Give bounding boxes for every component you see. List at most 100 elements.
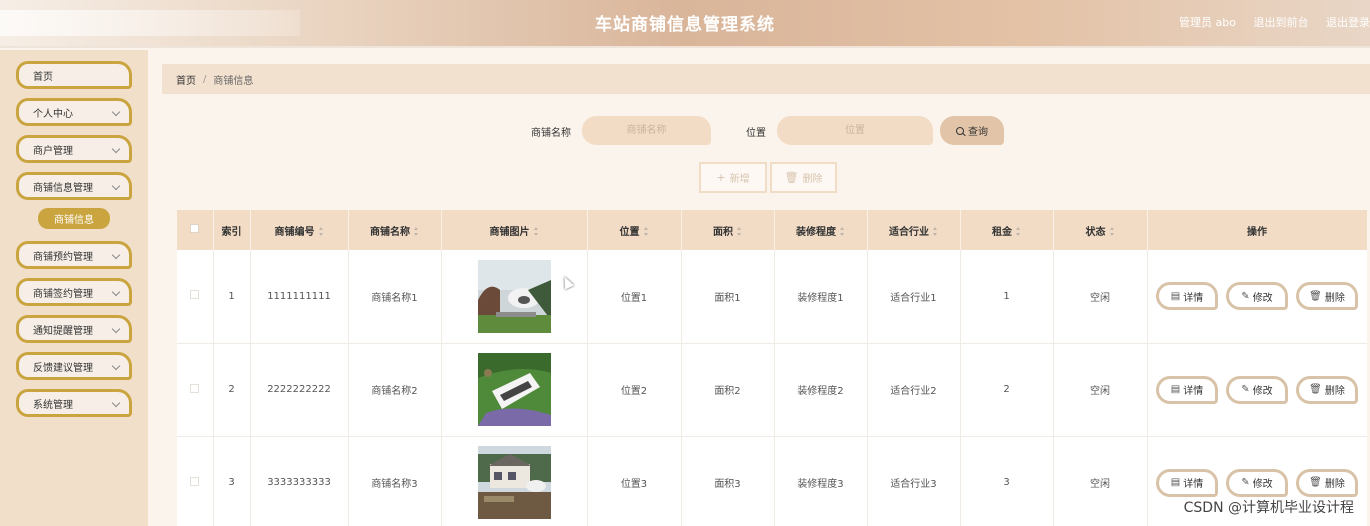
header-select-all[interactable] xyxy=(177,210,214,250)
row-select-cell[interactable] xyxy=(177,436,214,526)
detail-button[interactable]: ▤ 详情 xyxy=(1156,375,1218,404)
chevron-down-icon xyxy=(111,398,121,408)
row-select-cell[interactable] xyxy=(177,250,214,344)
sidebar-item-shop-info[interactable]: 商铺信息管理 xyxy=(16,172,132,200)
cell-rent: 2 xyxy=(960,343,1054,437)
query-label: 查询 xyxy=(968,127,988,138)
edit-button[interactable]: ✎ 修改 xyxy=(1226,375,1288,404)
cell-index: 2 xyxy=(213,343,251,437)
shop-name-label: 商铺名称 xyxy=(531,128,571,139)
header-actions: 操作 xyxy=(1147,210,1367,250)
batch-delete-button[interactable]: 🗑 删除 xyxy=(770,162,837,193)
top-header: 车站商铺信息管理系统 管理员 abo 退出到前台 退出登录 xyxy=(0,0,1370,48)
header-code[interactable]: 商铺编号 xyxy=(250,210,349,250)
header-actions: 管理员 abo 退出到前台 退出登录 xyxy=(1165,14,1370,30)
cell-status: 空闲 xyxy=(1053,250,1148,344)
cell-decoration: 装修程度3 xyxy=(774,436,868,526)
location-input[interactable] xyxy=(777,116,933,145)
sidebar-item-reservation[interactable]: 商铺预约管理 xyxy=(16,241,132,269)
cell-name: 商铺名称2 xyxy=(348,343,442,437)
delete-button[interactable]: 🗑 删除 xyxy=(1296,468,1358,497)
sidebar-item-personal-center[interactable]: 个人中心 xyxy=(16,98,132,126)
edit-button[interactable]: ✎ 修改 xyxy=(1226,468,1288,497)
header-name[interactable]: 商铺名称 xyxy=(348,210,442,250)
trash-icon: 🗑 xyxy=(1309,477,1322,488)
sort-icon[interactable] xyxy=(414,227,419,236)
sidebar-item-merchant[interactable]: 商户管理 xyxy=(16,135,132,163)
row-checkbox[interactable] xyxy=(190,476,200,486)
location-label: 位置 xyxy=(746,128,766,139)
detail-button[interactable]: ▤ 详情 xyxy=(1156,282,1218,311)
cell-decoration: 装修程度1 xyxy=(774,250,868,344)
detail-button[interactable]: ▤ 详情 xyxy=(1156,468,1218,497)
cell-industry: 适合行业2 xyxy=(867,343,961,437)
header-decoration[interactable]: 装修程度 xyxy=(774,210,868,250)
back-to-front-link[interactable]: 退出到前台 xyxy=(1254,16,1309,29)
cell-actions: ▤ 详情 ✎ 修改 🗑 删除 xyxy=(1147,250,1367,344)
sort-icon[interactable] xyxy=(533,227,539,236)
cell-area: 面积1 xyxy=(681,250,775,344)
pencil-icon: ✎ xyxy=(1241,384,1250,395)
sort-icon[interactable] xyxy=(840,227,845,236)
table-row: 1 1111111111 商铺名称1 位置1 面积1 装修程度1 适合行业1 1… xyxy=(177,250,1367,344)
sort-icon[interactable] xyxy=(1016,227,1021,236)
chevron-down-icon xyxy=(111,361,121,371)
sort-icon[interactable] xyxy=(643,227,649,236)
add-button[interactable]: + 新增 xyxy=(699,162,767,193)
cell-area: 面积3 xyxy=(681,436,775,526)
header-location[interactable]: 位置 xyxy=(587,210,682,250)
sidebar-item-contract[interactable]: 商铺签约管理 xyxy=(16,278,132,306)
sidebar-item-label: 商户管理 xyxy=(33,145,73,157)
sidebar-item-label: 反馈建议管理 xyxy=(33,362,93,374)
sidebar-item-feedback[interactable]: 反馈建议管理 xyxy=(16,352,132,380)
sidebar-item-label: 商铺信息管理 xyxy=(33,182,93,194)
cell-area: 面积2 xyxy=(681,343,775,437)
sort-icon[interactable] xyxy=(1109,227,1115,236)
delete-button[interactable]: 🗑 删除 xyxy=(1296,375,1358,404)
table-row: 2 2222222222 商铺名称2 位置2 面积2 装修程度2 适合行业2 2… xyxy=(177,343,1367,437)
select-all-checkbox[interactable] xyxy=(190,224,200,233)
cell-code: 1111111111 xyxy=(250,250,349,344)
delete-label: 删除 xyxy=(802,174,823,185)
header-area[interactable]: 面积 xyxy=(681,210,775,250)
sidebar-item-label: 个人中心 xyxy=(33,108,73,120)
breadcrumb-current: 商铺信息 xyxy=(213,75,254,87)
query-button[interactable]: 查询 xyxy=(940,116,1004,145)
header-status[interactable]: 状态 xyxy=(1053,210,1148,250)
shop-image-3[interactable] xyxy=(477,446,551,519)
row-select-cell[interactable] xyxy=(177,343,214,437)
logout-link[interactable]: 退出登录 xyxy=(1326,16,1370,29)
header-industry[interactable]: 适合行业 xyxy=(867,210,961,250)
sort-icon[interactable] xyxy=(318,227,324,236)
chevron-down-icon xyxy=(111,287,121,297)
delete-button[interactable]: 🗑 删除 xyxy=(1296,282,1358,311)
shop-table: 索引 商铺编号 商铺名称 商铺图片 位置 面积 装修程度 适合行业 租金 状态 … xyxy=(177,210,1367,526)
sidebar-item-notice[interactable]: 通知提醒管理 xyxy=(16,315,132,343)
sidebar-subitem-shop-info[interactable]: 商铺信息 xyxy=(38,208,110,229)
trash-icon: 🗑 xyxy=(784,171,799,184)
sidebar-item-label: 商铺签约管理 xyxy=(33,288,93,300)
plus-icon: + xyxy=(716,171,726,184)
sidebar-item-label: 商铺预约管理 xyxy=(33,251,93,263)
cell-rent: 1 xyxy=(960,250,1054,344)
edit-button[interactable]: ✎ 修改 xyxy=(1226,282,1288,311)
header-rent[interactable]: 租金 xyxy=(960,210,1054,250)
cell-name: 商铺名称3 xyxy=(348,436,442,526)
shop-image-2[interactable] xyxy=(477,353,551,426)
admin-label: 管理员 abo xyxy=(1179,16,1236,29)
shop-image-1[interactable] xyxy=(477,259,551,333)
breadcrumb-separator: / xyxy=(203,73,207,85)
cell-code: 2222222222 xyxy=(250,343,349,437)
header-image[interactable]: 商铺图片 xyxy=(441,210,588,250)
breadcrumb-home[interactable]: 首页 xyxy=(176,72,196,87)
sidebar-item-home[interactable]: 首页 xyxy=(16,61,132,89)
sort-icon[interactable] xyxy=(933,227,938,236)
shop-name-input[interactable] xyxy=(582,116,711,145)
row-checkbox[interactable] xyxy=(190,383,200,393)
cell-rent: 3 xyxy=(960,436,1054,526)
sidebar-item-system[interactable]: 系统管理 xyxy=(16,389,132,417)
row-checkbox[interactable] xyxy=(190,290,200,300)
sort-icon[interactable] xyxy=(737,227,742,236)
trash-icon: 🗑 xyxy=(1309,290,1322,302)
chevron-down-icon xyxy=(111,324,121,334)
